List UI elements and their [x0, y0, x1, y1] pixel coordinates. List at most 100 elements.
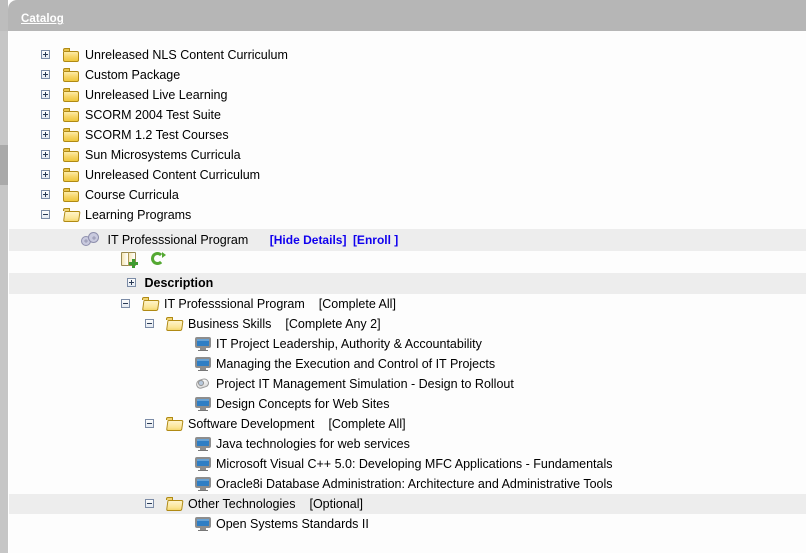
catalog-folder-list: Unreleased NLS Content Curriculum Custom …	[9, 31, 806, 225]
folder-icon	[63, 167, 80, 182]
catalog-folder-row[interactable]: Custom Package	[9, 65, 806, 85]
folder-icon	[63, 187, 80, 202]
expand-toggle[interactable]	[41, 190, 50, 200]
left-rail-upper	[0, 31, 8, 145]
catalog-folder-row[interactable]: SCORM 2004 Test Suite	[9, 105, 806, 125]
expand-toggle[interactable]	[41, 90, 50, 100]
catalog-folder-label: Sun Microsystems Curricula	[85, 148, 241, 162]
catalog-folder-row[interactable]: SCORM 1.2 Test Courses	[9, 125, 806, 145]
description-expand-toggle[interactable]	[127, 278, 136, 288]
program-actions: [Hide Details] [Enroll ]	[270, 233, 399, 247]
expand-toggle[interactable]	[41, 170, 50, 180]
folder-open-icon	[166, 416, 184, 431]
monitor-icon	[195, 396, 211, 411]
course-row[interactable]: Oracle8i Database Administration: Archit…	[9, 474, 806, 494]
catalog-folder-row[interactable]: Sun Microsystems Curricula	[9, 145, 806, 165]
structure-group-row[interactable]: Business Skills [Complete Any 2]	[9, 314, 806, 334]
breadcrumb-catalog[interactable]: Catalog	[21, 13, 64, 25]
monitor-icon	[195, 456, 211, 471]
course-row[interactable]: IT Project Leadership, Authority & Accou…	[9, 334, 806, 354]
catalog-folder-row[interactable]: Unreleased Content Curriculum	[9, 165, 806, 185]
folder-icon	[63, 147, 80, 162]
catalog-folder-label: Custom Package	[85, 68, 181, 82]
program-structure-tree: IT Professsional Program [Complete All] Bu…	[9, 294, 806, 534]
structure-group-row[interactable]: Other Technologies [Optional]	[9, 494, 806, 514]
folder-open-icon	[166, 496, 184, 511]
structure-group-label: Software Development	[188, 417, 315, 431]
hide-details-link[interactable]: [Hide Details]	[270, 233, 347, 247]
catalog-folder-label: Unreleased NLS Content Curriculum	[85, 48, 288, 62]
course-label: Project IT Management Simulation - Desig…	[216, 377, 514, 391]
description-label: Description	[144, 276, 214, 290]
expand-toggle[interactable]	[41, 150, 50, 160]
course-row[interactable]: Open Systems Standards II	[9, 514, 806, 534]
monitor-icon	[195, 476, 211, 491]
course-label: Microsoft Visual C++ 5.0: Developing MFC…	[216, 457, 613, 471]
folder-icon	[63, 67, 80, 82]
structure-group-label: Other Technologies	[188, 497, 296, 511]
collapse-toggle[interactable]	[145, 319, 154, 329]
folder-open-icon	[166, 316, 184, 331]
folder-icon	[63, 107, 80, 122]
course-label: Design Concepts for Web Sites	[216, 397, 390, 411]
folder-icon	[63, 87, 80, 102]
course-label: Managing the Execution and Control of IT…	[216, 357, 496, 371]
structure-group-rule: [Complete Any 2]	[285, 317, 381, 331]
monitor-icon	[195, 516, 211, 531]
expand-toggle[interactable]	[41, 130, 50, 140]
monitor-icon	[195, 336, 211, 351]
left-scroll-rail	[0, 0, 8, 553]
catalog-folder-label: Learning Programs	[85, 208, 192, 222]
catalog-folder-row[interactable]: Course Curricula	[9, 185, 806, 205]
left-rail-lower	[0, 185, 8, 553]
program-title: IT Professsional Program	[107, 233, 249, 247]
collapse-toggle[interactable]	[41, 210, 50, 220]
expand-toggle[interactable]	[41, 70, 50, 80]
course-label: IT Project Leadership, Authority & Accou…	[216, 337, 482, 351]
folder-open-icon	[63, 207, 81, 222]
catalog-folder-label: Unreleased Content Curriculum	[85, 168, 261, 182]
monitor-icon	[195, 436, 211, 451]
gears-icon	[81, 232, 99, 247]
collapse-toggle[interactable]	[145, 499, 154, 509]
program-header-row[interactable]: IT Professsional Program [Hide Details] …	[9, 229, 806, 251]
program-detail-toolbar	[9, 251, 806, 273]
header-bar: Catalog	[8, 0, 806, 31]
course-row[interactable]: Java technologies for web services	[9, 434, 806, 454]
course-row[interactable]: Project IT Management Simulation - Desig…	[9, 374, 806, 394]
collapse-toggle[interactable]	[121, 299, 130, 309]
monitor-icon	[195, 356, 211, 371]
catalog-folder-row[interactable]: Unreleased Live Learning	[9, 85, 806, 105]
catalog-folder-label: SCORM 1.2 Test Courses	[85, 128, 229, 142]
simulation-icon	[194, 377, 211, 390]
course-row[interactable]: Managing the Execution and Control of IT…	[9, 354, 806, 374]
collapse-toggle[interactable]	[145, 419, 154, 429]
catalog-tree-pane: Unreleased NLS Content Curriculum Custom …	[9, 31, 806, 553]
folder-icon	[63, 127, 80, 142]
structure-root-row[interactable]: IT Professsional Program [Complete All]	[9, 294, 806, 314]
catalog-folder-row[interactable]: Learning Programs	[9, 205, 806, 225]
structure-group-label: Business Skills	[188, 317, 272, 331]
course-row[interactable]: Design Concepts for Web Sites	[9, 394, 806, 414]
refresh-icon[interactable]	[150, 251, 167, 267]
course-row[interactable]: Microsoft Visual C++ 5.0: Developing MFC…	[9, 454, 806, 474]
structure-root-label: IT Professsional Program	[164, 297, 305, 311]
structure-group-row[interactable]: Software Development [Complete All]	[9, 414, 806, 434]
catalog-folder-label: SCORM 2004 Test Suite	[85, 108, 221, 122]
course-label: Java technologies for web services	[216, 437, 410, 451]
enroll-link[interactable]: [Enroll ]	[353, 233, 398, 247]
catalog-folder-label: Course Curricula	[85, 188, 179, 202]
expand-toggle[interactable]	[41, 110, 50, 120]
description-section-row[interactable]: Description	[9, 273, 806, 294]
catalog-folder-row[interactable]: Unreleased NLS Content Curriculum	[9, 45, 806, 65]
catalog-folder-label: Unreleased Live Learning	[85, 88, 228, 102]
folder-open-icon	[142, 296, 160, 311]
add-to-folder-icon[interactable]	[121, 251, 139, 268]
left-rail-thumb[interactable]	[0, 145, 8, 185]
structure-group-rule: [Optional]	[309, 497, 363, 511]
folder-icon	[63, 47, 80, 62]
structure-group-rule: [Complete All]	[328, 417, 406, 431]
course-label: Oracle8i Database Administration: Archit…	[216, 477, 613, 491]
course-label: Open Systems Standards II	[216, 517, 369, 531]
expand-toggle[interactable]	[41, 50, 50, 60]
